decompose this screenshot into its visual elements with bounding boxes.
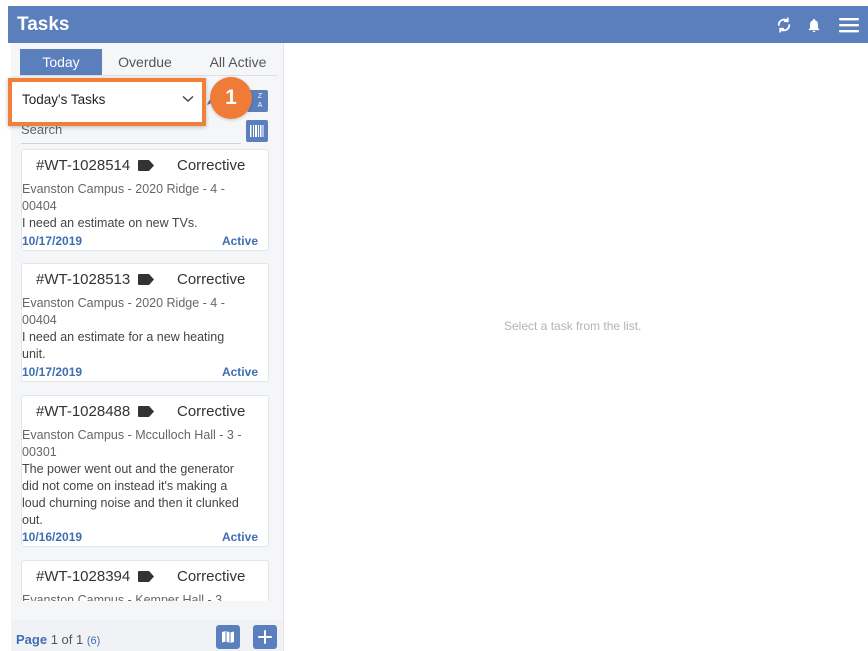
task-card[interactable]: #WT-1028394 Corrective Evanston Campus -…: [21, 560, 269, 601]
tab-overdue[interactable]: Overdue: [108, 49, 182, 75]
bell-icon[interactable]: [802, 13, 826, 37]
task-type: Corrective: [177, 403, 246, 420]
task-date: 10/17/2019: [22, 365, 83, 379]
task-id: #WT-1028488: [36, 403, 131, 420]
task-status: Active: [221, 530, 258, 544]
task-description: The power went out and the generator did…: [22, 462, 239, 527]
tag-icon: [138, 160, 154, 171]
tag-icon: [138, 274, 154, 285]
task-location: Evanston Campus - Mcculloch Hall - 3 - 0…: [22, 428, 242, 459]
task-card[interactable]: #WT-1028488 Corrective Evanston Campus -…: [21, 395, 269, 547]
task-id: #WT-1028394: [36, 568, 131, 585]
task-status: Active: [221, 234, 258, 248]
task-location: Evanston Campus - Kemper Hall - 3: [22, 593, 223, 601]
pagination-footer: Page 1 of 1 (6): [11, 620, 283, 651]
task-description: I need an estimate on new TVs.: [22, 216, 198, 230]
empty-detail-message: Select a task from the list.: [504, 319, 642, 333]
tag-icon: [138, 571, 154, 582]
app-header: Tasks: [8, 6, 868, 43]
task-card[interactable]: #WT-1028514 Corrective Evanston Campus -…: [21, 149, 269, 251]
map-icon: [222, 631, 234, 643]
barcode-icon: [250, 125, 264, 137]
chevron-down-icon: [182, 95, 194, 102]
task-location: Evanston Campus - 2020 Ridge - 4 - 00404: [22, 296, 225, 327]
page-word: Page: [16, 632, 48, 647]
task-id: #WT-1028513: [36, 271, 131, 288]
task-description: I need an estimate for a new heating uni…: [22, 330, 225, 361]
task-date: 10/16/2019: [22, 530, 83, 544]
task-type: Corrective: [177, 271, 246, 288]
task-list-pane: Today Overdue All Active Z A Search #WT-…: [11, 43, 284, 651]
task-list: #WT-1028514 Corrective Evanston Campus -…: [19, 146, 279, 601]
task-count: (6): [86, 635, 101, 647]
sync-icon[interactable]: [772, 13, 796, 37]
dropdown-selected-value: Today's Tasks: [22, 92, 106, 107]
barcode-scan-button[interactable]: [246, 120, 268, 142]
tag-icon: [138, 406, 154, 417]
step-callout-badge: 1: [210, 77, 252, 119]
task-status: Active: [221, 365, 258, 379]
task-location: Evanston Campus - 2020 Ridge - 4 - 00404: [22, 182, 225, 213]
app-title: Tasks: [17, 14, 70, 35]
task-date: 10/17/2019: [22, 234, 83, 248]
plus-icon: [258, 630, 272, 644]
task-filter-dropdown[interactable]: Today's Tasks: [8, 78, 206, 126]
page-info: 1 of 1: [50, 632, 84, 647]
hamburger-menu-icon[interactable]: [837, 13, 861, 37]
page-indicator: Page 1 of 1 (6): [16, 632, 100, 647]
task-tabs: Today Overdue All Active: [20, 49, 277, 76]
map-button[interactable]: [216, 625, 240, 649]
sort-button-label: Z A: [257, 93, 263, 109]
task-card[interactable]: #WT-1028513 Corrective Evanston Campus -…: [21, 263, 269, 382]
tab-all-active[interactable]: All Active: [192, 49, 284, 75]
add-task-button[interactable]: [253, 625, 277, 649]
task-type: Corrective: [177, 568, 246, 585]
tab-today[interactable]: Today: [20, 49, 102, 75]
task-id: #WT-1028514: [36, 157, 131, 174]
task-type: Corrective: [177, 157, 246, 174]
